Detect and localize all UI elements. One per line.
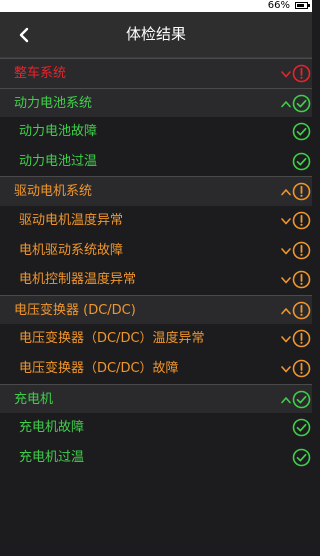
- item-label: 充电机故障: [19, 420, 85, 436]
- section-header-1[interactable]: 动力电池系统: [0, 87, 312, 118]
- check-item-12: 充电机故障: [0, 413, 312, 443]
- section-header-0[interactable]: 整车系统: [0, 58, 312, 88]
- ok-check-icon: [292, 94, 311, 112]
- check-item-2: 动力电池故障: [0, 117, 312, 147]
- chevron-down-icon[interactable]: [280, 333, 292, 345]
- check-item-9: 电压变换器（DC/DC）温度异常: [0, 324, 312, 354]
- ok-check-icon: [292, 122, 311, 141]
- item-label: 动力电池过温: [19, 153, 98, 169]
- item-label: 电机驱动系统故障: [19, 242, 124, 258]
- warning-alert-icon: [292, 211, 311, 230]
- section-label: 驱动电机系统: [14, 184, 93, 200]
- section-header-8[interactable]: 电压变换器 (DC/DC): [0, 294, 312, 325]
- warning-alert-icon: [292, 270, 311, 289]
- item-label: 驱动电机温度异常: [19, 212, 124, 228]
- warning-alert-icon: [292, 301, 311, 320]
- nav-header: 体检结果: [0, 12, 312, 58]
- check-item-5: 驱动电机温度异常: [0, 205, 312, 236]
- chevron-up-icon[interactable]: [280, 186, 292, 198]
- chevron-up-icon[interactable]: [280, 394, 292, 406]
- chevron-down-icon[interactable]: [280, 363, 292, 375]
- section-label: 充电机: [14, 391, 54, 407]
- check-item-10: 电压变换器（DC/DC）故障: [0, 353, 312, 384]
- item-label: 电机控制器温度异常: [19, 272, 137, 288]
- check-item-6: 电机驱动系统故障: [0, 235, 312, 266]
- check-item-3: 动力电池过温: [0, 146, 312, 177]
- section-label: 整车系统: [14, 66, 67, 81]
- ok-check-icon: [292, 418, 311, 437]
- warning-alert-icon: [292, 359, 311, 378]
- section-header-4[interactable]: 驱动电机系统: [0, 176, 312, 206]
- section-label: 动力电池系统: [14, 95, 93, 111]
- ok-check-icon: [292, 152, 311, 171]
- ok-check-icon: [292, 448, 311, 467]
- battery-icon: [295, 2, 310, 9]
- battery-percentage: 66%: [267, 0, 290, 11]
- page-title: 体检结果: [125, 25, 186, 43]
- check-item-7: 电机控制器温度异常: [0, 265, 312, 295]
- chevron-down-icon[interactable]: [280, 274, 292, 286]
- chevron-up-icon[interactable]: [280, 305, 292, 317]
- chevron-down-icon[interactable]: [280, 215, 292, 227]
- item-label: 动力电池故障: [19, 124, 98, 140]
- item-label: 充电机过温: [19, 449, 85, 465]
- warning-alert-icon: [292, 330, 311, 348]
- chevron-up-icon[interactable]: [280, 98, 292, 110]
- item-label: 电压变换器（DC/DC）故障: [19, 360, 179, 376]
- item-label: 电压变换器（DC/DC）温度异常: [19, 331, 205, 347]
- ok-check-icon: [292, 390, 311, 408]
- chevron-down-icon[interactable]: [280, 245, 292, 257]
- section-label: 电压变换器 (DC/DC): [14, 302, 136, 318]
- warning-alert-icon: [292, 241, 311, 259]
- check-result-list: 整车系统 动力电池系统 动力电池故障 动力电池过温 驱动电机系统 驱动电机温度异…: [0, 58, 312, 473]
- check-item-13: 充电机过温: [0, 442, 312, 473]
- chevron-down-icon[interactable]: [280, 68, 292, 80]
- status-bar: 66%: [0, 0, 312, 12]
- error-alert-icon: [292, 64, 311, 83]
- section-header-11[interactable]: 充电机: [0, 383, 312, 414]
- warning-alert-icon: [292, 183, 311, 201]
